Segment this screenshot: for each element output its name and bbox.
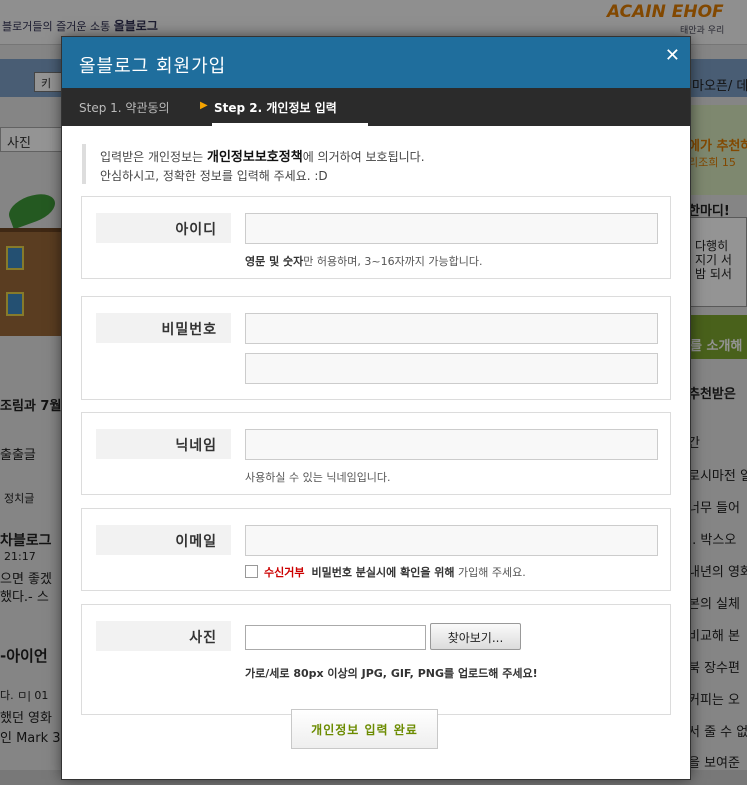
email-opt-out-checkbox[interactable] bbox=[245, 565, 258, 578]
password-field-group: 비밀번호 bbox=[81, 296, 671, 400]
photo-field-group: 사진 찾아보기... 가로/세로 80px 이상의 JPG, GIF, PNG를… bbox=[81, 604, 671, 715]
close-icon[interactable]: ✕ bbox=[665, 45, 680, 66]
email-opt-out-label[interactable]: 수신거부 bbox=[264, 566, 304, 579]
step-arrow-icon: ▶ bbox=[200, 100, 208, 111]
id-label: 아이디 bbox=[96, 213, 231, 243]
submit-button[interactable]: 개인정보 입력 완료 bbox=[291, 709, 438, 749]
modal-title: 올블로그 회원가입 bbox=[79, 56, 227, 77]
email-input[interactable] bbox=[245, 525, 658, 556]
password-input[interactable] bbox=[245, 313, 658, 344]
active-step-indicator bbox=[212, 123, 368, 126]
nickname-input[interactable] bbox=[245, 429, 658, 460]
step-1-tab[interactable]: Step 1. 약관동의 bbox=[79, 99, 170, 116]
nickname-label: 닉네임 bbox=[96, 429, 231, 459]
signup-modal: 올블로그 회원가입 ✕ Step 1. 약관동의 ▶ Step 2. 개인정보 … bbox=[62, 37, 690, 779]
email-field-group: 이메일 수신거부 비밀번호 분실시에 확인을 위해 가입해 주세요. bbox=[81, 508, 671, 591]
nickname-field-group: 닉네임 사용하실 수 있는 닉네임입니다. bbox=[81, 412, 671, 495]
password-label: 비밀번호 bbox=[96, 313, 231, 343]
step-bar: Step 1. 약관동의 ▶ Step 2. 개인정보 입력 bbox=[62, 88, 690, 126]
photo-help: 가로/세로 80px 이상의 JPG, GIF, PNG를 업로드해 주세요! bbox=[245, 667, 538, 680]
browse-button[interactable]: 찾아보기... bbox=[430, 623, 521, 650]
password-confirm-input[interactable] bbox=[245, 353, 658, 384]
id-input[interactable] bbox=[245, 213, 658, 244]
privacy-notice: 입력받은 개인정보는 개인정보보호정책에 의거하여 보호됩니다. 안심하시고, … bbox=[82, 144, 672, 184]
modal-header: 올블로그 회원가입 ✕ bbox=[62, 37, 690, 88]
email-label: 이메일 bbox=[96, 525, 231, 555]
privacy-policy-link[interactable]: 개인정보보호정책 bbox=[207, 150, 303, 165]
photo-label: 사진 bbox=[96, 621, 231, 651]
photo-file-path[interactable] bbox=[245, 625, 426, 650]
id-help: 영문 및 숫자만 허용하며, 3~16자까지 가능합니다. bbox=[245, 255, 483, 268]
nickname-help: 사용하실 수 있는 닉네임입니다. bbox=[245, 471, 391, 484]
step-2-tab[interactable]: Step 2. 개인정보 입력 bbox=[214, 99, 337, 116]
id-field-group: 아이디 영문 및 숫자만 허용하며, 3~16자까지 가능합니다. bbox=[81, 196, 671, 279]
email-help: 수신거부 비밀번호 분실시에 확인을 위해 가입해 주세요. bbox=[264, 566, 526, 579]
